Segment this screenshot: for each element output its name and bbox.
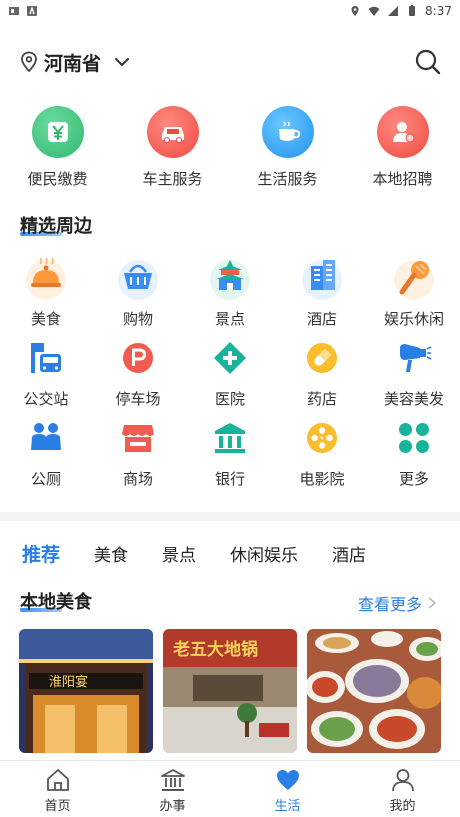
nav-home[interactable]: 首页 [0, 761, 115, 817]
see-more-link[interactable]: 查看更多 [358, 591, 438, 615]
pill-icon [300, 336, 344, 380]
notification-icon [9, 7, 19, 15]
nearby-scenic[interactable]: 景点 [184, 256, 276, 336]
nearby-parking[interactable]: 停车场 [92, 336, 184, 416]
nav-mine[interactable]: 我的 [345, 761, 460, 817]
quick-service-life[interactable]: 生活服务 [230, 106, 345, 189]
quick-service-payment[interactable]: 便民缴费 [0, 106, 115, 189]
nav-life[interactable]: 生活 [230, 761, 345, 817]
quick-services: 便民缴费 车主服务 生活服务 本地招聘 [0, 106, 460, 189]
recruit-icon [376, 106, 429, 158]
food-cards: 淮阳宴 老五大地锅 [19, 629, 441, 753]
search-icon[interactable] [414, 48, 442, 76]
nearby-title: 精选周边 [20, 216, 92, 237]
user-icon [391, 769, 414, 792]
storefront-icon [116, 416, 160, 460]
restaurant-photo-2: 老五大地锅 [163, 629, 297, 753]
nearby-bus-stop[interactable]: 公交站 [0, 336, 92, 416]
food-card-restaurant-2[interactable]: 老五大地锅 [163, 629, 297, 753]
nearby-hotel[interactable]: 酒店 [276, 256, 368, 336]
status-time: 8:37 [425, 4, 452, 18]
location-icon [351, 6, 359, 16]
tab-hotel[interactable]: 酒店 [332, 541, 366, 566]
app-notification-icon [27, 5, 37, 16]
quick-service-car[interactable]: 车主服务 [115, 106, 230, 189]
nearby-mall[interactable]: 商场 [92, 416, 184, 496]
parking-icon [116, 336, 160, 380]
temple-icon [208, 256, 252, 300]
restaurant-sign-1: 淮阳宴 [49, 674, 88, 690]
nearby-bank[interactable]: 银行 [184, 416, 276, 496]
nearby-pharmacy[interactable]: 药店 [276, 336, 368, 416]
province-selector[interactable]: 河南省 [20, 49, 131, 76]
heart-icon [276, 770, 299, 790]
restroom-icon [24, 416, 68, 460]
nearby-shopping[interactable]: 购物 [92, 256, 184, 336]
nearby-entertainment[interactable]: 娱乐休闲 [368, 256, 460, 336]
tab-entertainment[interactable]: 休闲娱乐 [230, 541, 298, 566]
tab-food[interactable]: 美食 [94, 541, 128, 566]
food-card-restaurant-3[interactable] [307, 629, 441, 753]
hotel-building-icon [300, 256, 344, 300]
header: 河南省 [0, 44, 460, 80]
hospital-cross-icon [208, 336, 252, 380]
restaurant-sign-2: 老五大地锅 [172, 639, 258, 660]
coffee-icon [261, 106, 314, 158]
nearby-more[interactable]: 更多 [368, 416, 460, 496]
car-icon [146, 106, 199, 158]
yuan-icon [31, 106, 84, 158]
bank-icon [208, 416, 252, 460]
home-icon [46, 769, 69, 791]
local-food-title: 本地美食 [20, 592, 92, 613]
nav-affairs[interactable]: 办事 [115, 761, 230, 817]
shopping-basket-icon [116, 256, 160, 300]
grid-more-icon [392, 416, 436, 460]
bottom-nav: 首页 办事 生活 我的 [0, 760, 460, 817]
nearby-hospital[interactable]: 医院 [184, 336, 276, 416]
restaurant-photo-1: 淮阳宴 [19, 629, 153, 753]
nearby-restroom[interactable]: 公厕 [0, 416, 92, 496]
category-tabs: 推荐 美食 景点 休闲娱乐 酒店 [0, 536, 460, 570]
food-icon [24, 256, 68, 300]
location-pin-icon [21, 51, 37, 73]
dishes-photo [307, 629, 441, 753]
tab-recommend[interactable]: 推荐 [22, 540, 60, 567]
status-bar: 8:37 [0, 0, 460, 22]
chevron-right-icon [428, 597, 437, 609]
bus-icon [24, 336, 68, 380]
film-reel-icon [300, 416, 344, 460]
hair-dryer-icon [392, 336, 436, 380]
nearby-food[interactable]: 美食 [0, 256, 92, 336]
signal-icon [388, 6, 399, 16]
nearby-beauty-salon[interactable]: 美容美发 [368, 336, 460, 416]
chevron-down-icon [115, 58, 130, 67]
nearby-cinema[interactable]: 电影院 [276, 416, 368, 496]
nearby-grid: 美食 购物 景点 酒店 娱乐休闲 公交站 停车场 医院 药店 美容美发 公厕 商… [0, 256, 460, 496]
government-building-icon [160, 769, 185, 791]
section-divider [0, 512, 460, 521]
battery-icon [409, 5, 416, 16]
see-more-label: 查看更多 [357, 595, 422, 614]
quick-service-recruit[interactable]: 本地招聘 [345, 106, 460, 189]
wifi-icon [368, 6, 380, 16]
food-card-restaurant-1[interactable]: 淮阳宴 [19, 629, 153, 753]
microphone-icon [392, 256, 436, 300]
tab-scenic[interactable]: 景点 [162, 541, 196, 566]
province-label: 河南省 [44, 52, 102, 75]
